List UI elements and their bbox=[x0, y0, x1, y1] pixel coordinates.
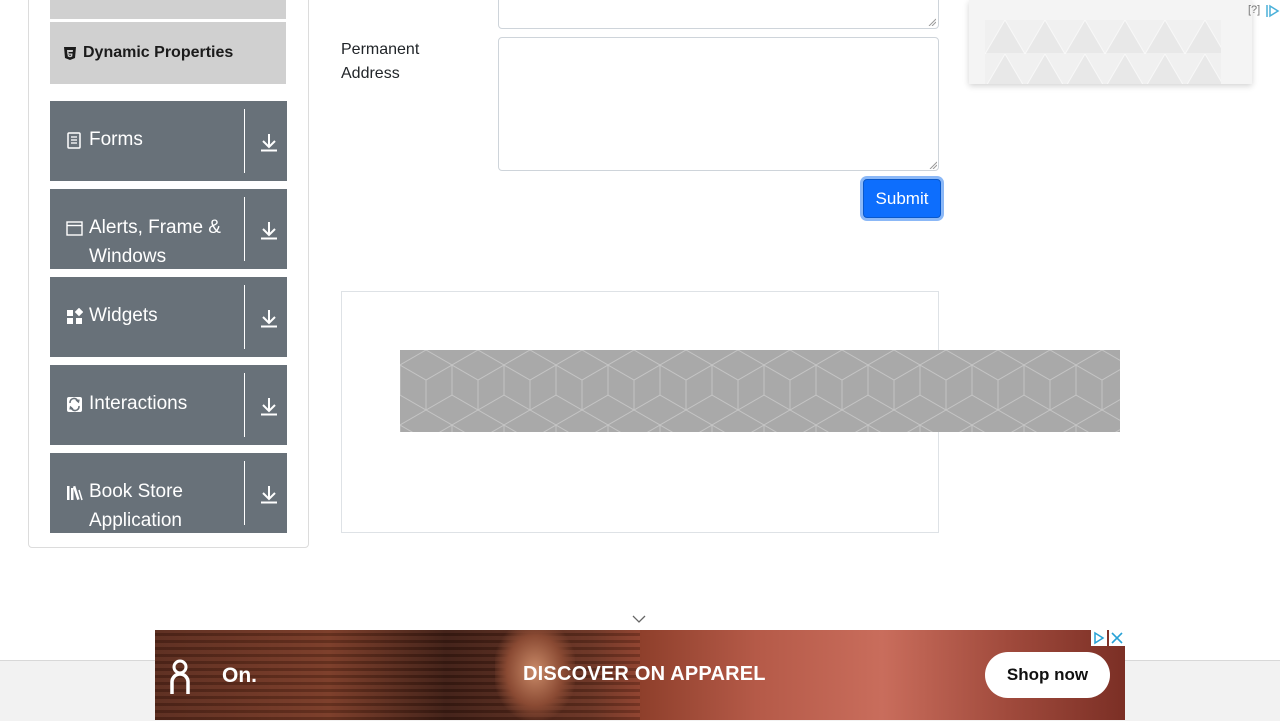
sidebar-group-label: Book Store Application bbox=[89, 481, 183, 531]
resize-handle-icon[interactable] bbox=[929, 161, 937, 169]
ad-info-icon[interactable] bbox=[1091, 630, 1107, 646]
sidebar-group-book-store[interactable]: Book Store Application bbox=[50, 453, 287, 533]
sidebar-group-alerts[interactable]: Alerts, Frame & Windows bbox=[50, 189, 287, 269]
download-icon[interactable] bbox=[258, 307, 280, 329]
close-icon[interactable] bbox=[1109, 630, 1125, 646]
book-icon bbox=[67, 485, 83, 501]
ad-choices-text[interactable]: [?] bbox=[1248, 4, 1260, 16]
html5-icon bbox=[64, 46, 76, 60]
permanent-address-textarea[interactable] bbox=[498, 37, 939, 171]
bottom-ad-banner[interactable]: On. DISCOVER ON APPAREL Shop now bbox=[155, 630, 1125, 720]
sidebar-item-label: Dynamic Properties bbox=[83, 44, 234, 61]
sidebar-group-label: Forms bbox=[89, 129, 143, 150]
ad-pattern bbox=[985, 20, 1221, 84]
ad-headline: DISCOVER ON APPAREL bbox=[523, 663, 766, 685]
sidebar-group-interactions[interactable]: Interactions bbox=[50, 365, 287, 445]
divider bbox=[244, 461, 245, 525]
download-icon[interactable] bbox=[258, 483, 280, 505]
download-icon[interactable] bbox=[258, 219, 280, 241]
resize-handle-icon[interactable] bbox=[928, 18, 936, 26]
on-logo-icon bbox=[170, 659, 190, 694]
download-icon[interactable] bbox=[258, 131, 280, 153]
divider bbox=[244, 109, 245, 173]
sidebar-group-label: Widgets bbox=[89, 305, 158, 326]
sidebar-group-label: Alerts, Frame & Windows bbox=[89, 217, 221, 267]
submit-button[interactable]: Submit bbox=[863, 179, 941, 218]
current-address-textarea[interactable] bbox=[498, 0, 939, 29]
ad-placeholder-banner bbox=[400, 350, 1120, 432]
permanent-address-label: Permanent Address bbox=[341, 41, 420, 82]
interactions-icon bbox=[67, 397, 82, 412]
chevron-down-icon[interactable] bbox=[631, 612, 647, 626]
sidebar-group-label: Interactions bbox=[89, 393, 188, 414]
side-ad-banner[interactable] bbox=[969, 0, 1252, 84]
sidebar-group-widgets[interactable]: Widgets bbox=[50, 277, 287, 357]
window-icon bbox=[66, 221, 83, 236]
shop-now-button[interactable]: Shop now bbox=[985, 652, 1110, 698]
divider bbox=[244, 373, 245, 437]
divider bbox=[244, 285, 245, 349]
form-icon bbox=[67, 132, 81, 149]
sidebar-item-dynamic-properties[interactable]: Dynamic Properties bbox=[50, 22, 286, 84]
divider bbox=[244, 197, 245, 261]
download-icon[interactable] bbox=[258, 395, 280, 417]
ad-brand-name: On. bbox=[222, 664, 257, 687]
ad-choices-icon[interactable] bbox=[1266, 4, 1280, 18]
widgets-icon bbox=[67, 308, 83, 324]
sidebar-group-forms[interactable]: Forms bbox=[50, 101, 287, 181]
sidebar-item-previous[interactable] bbox=[50, 0, 286, 19]
